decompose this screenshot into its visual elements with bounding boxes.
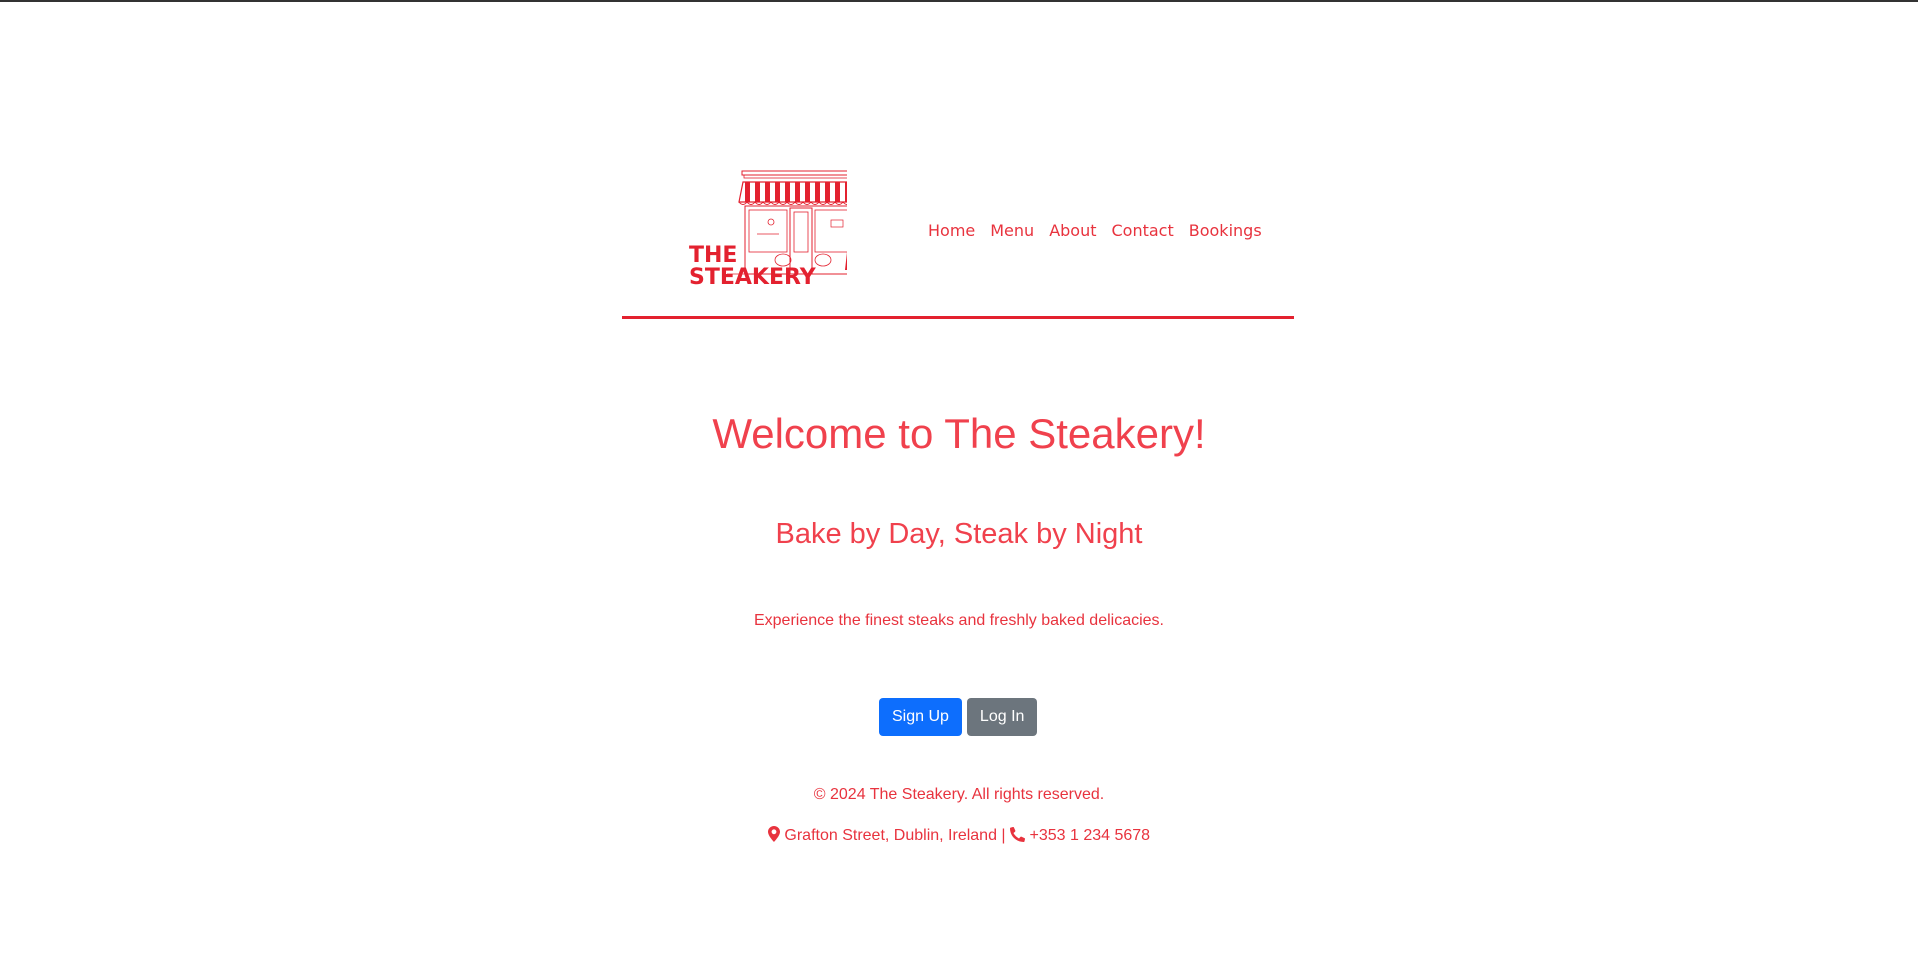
tagline: Bake by Day, Steak by Night xyxy=(775,518,1143,550)
main-nav: Home Menu About Contact Bookings xyxy=(928,221,1262,240)
phone-icon xyxy=(1010,826,1026,842)
browser-top-border xyxy=(0,0,1918,2)
contact-info: Grafton Street, Dublin, Ireland | +353 1… xyxy=(0,826,1918,845)
nav-menu[interactable]: Menu xyxy=(990,221,1034,240)
log-in-button[interactable]: Log In xyxy=(966,698,1038,736)
sign-up-button[interactable]: Sign Up xyxy=(879,698,962,736)
nav-about[interactable]: About xyxy=(1049,221,1096,240)
nav-contact[interactable]: Contact xyxy=(1112,221,1174,240)
site-header: THE STEAKERY Home Menu About Contact Boo… xyxy=(622,168,1294,319)
auth-buttons: Sign Up Log In xyxy=(879,698,1038,736)
storefront-icon xyxy=(727,170,847,275)
copyright-text: © 2024 The Steakery. All rights reserved… xyxy=(813,786,1105,803)
logo-wordmark-line2: STEAKERY xyxy=(689,265,817,288)
intro-text: Experience the finest steaks and freshly… xyxy=(753,612,1164,629)
nav-home[interactable]: Home xyxy=(928,221,975,240)
address-text: Grafton Street, Dublin, Ireland xyxy=(784,827,997,844)
contact-separator: | xyxy=(1001,827,1006,844)
page-title: Welcome to The Steakery! xyxy=(712,410,1206,457)
nav-bookings[interactable]: Bookings xyxy=(1189,221,1262,240)
phone-number: +353 1 234 5678 xyxy=(1029,827,1151,844)
header-divider xyxy=(622,316,1294,319)
map-pin-icon xyxy=(767,826,780,842)
site-logo[interactable]: THE STEAKERY xyxy=(687,168,847,288)
